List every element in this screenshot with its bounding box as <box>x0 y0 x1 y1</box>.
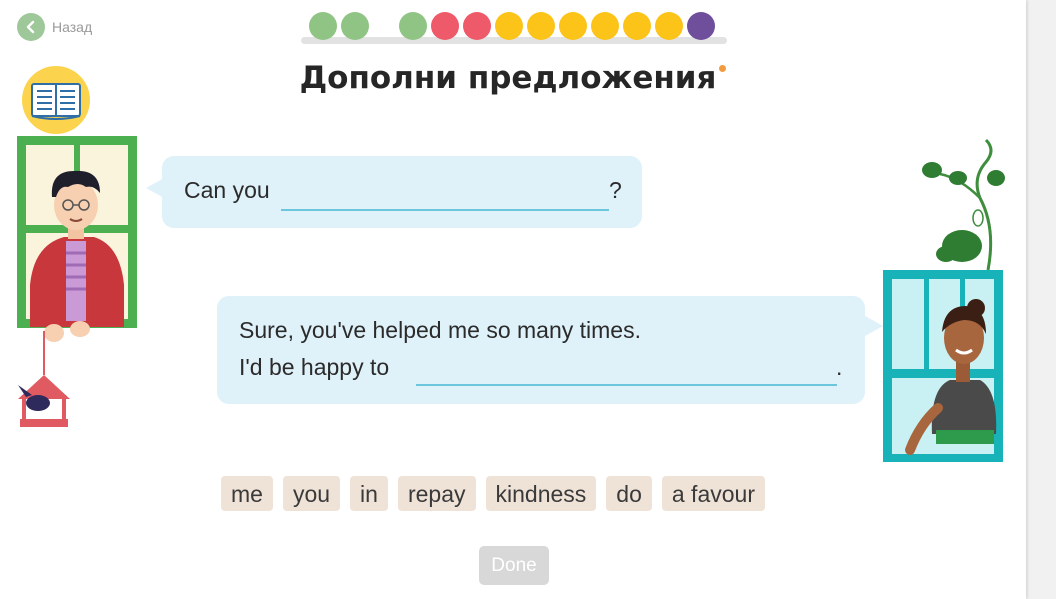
progress-dot <box>687 12 715 40</box>
word-chip[interactable]: kindness <box>485 476 597 511</box>
girl-window-illustration <box>883 138 1005 462</box>
progress-dot <box>431 12 459 40</box>
progress-dot <box>655 12 683 40</box>
word-bank: me you in repay kindness do a favour <box>221 476 765 511</box>
progress-dot <box>341 12 369 40</box>
chevron-left-icon <box>17 13 45 41</box>
progress-dot <box>495 12 523 40</box>
speech-bubble-question: Can you ? <box>162 156 642 228</box>
word-chip[interactable]: do <box>606 476 652 511</box>
back-label: Назад <box>52 19 93 35</box>
title-text: Дополни предложения <box>299 60 717 96</box>
word-chip[interactable]: in <box>350 476 388 511</box>
boy-window-illustration <box>17 136 137 427</box>
answer-text-line1: Sure, you've helped me so many times. <box>239 317 641 343</box>
progress-dot <box>309 12 337 40</box>
answer-blank-2[interactable] <box>416 384 837 386</box>
question-mark: ? <box>609 177 622 203</box>
answer-period: . <box>836 354 843 380</box>
speech-bubble-answer: Sure, you've helped me so many times. I'… <box>217 296 865 404</box>
progress-dot <box>559 12 587 40</box>
answer-blank-1[interactable] <box>281 209 609 211</box>
page-title: Дополни предложения <box>0 60 1026 96</box>
book-icon[interactable] <box>22 66 90 134</box>
progress-dot <box>463 12 491 40</box>
question-text: Can you <box>184 177 270 203</box>
word-chip[interactable]: a favour <box>661 476 765 511</box>
progress-dot <box>591 12 619 40</box>
word-chip[interactable]: you <box>282 476 341 511</box>
back-button[interactable]: Назад <box>17 13 92 41</box>
progress-dot <box>527 12 555 40</box>
progress-dot <box>623 12 651 40</box>
word-chip[interactable]: repay <box>397 476 476 511</box>
done-button[interactable]: Done <box>479 546 549 585</box>
word-chip[interactable]: me <box>221 476 273 511</box>
answer-text-line2: I'd be happy to <box>239 354 390 380</box>
exercise-page: Назад Дополни предложения Can you ? Sure… <box>0 0 1026 599</box>
note-dot <box>719 65 727 72</box>
progress-indicator <box>301 12 727 46</box>
progress-dot <box>399 12 427 40</box>
